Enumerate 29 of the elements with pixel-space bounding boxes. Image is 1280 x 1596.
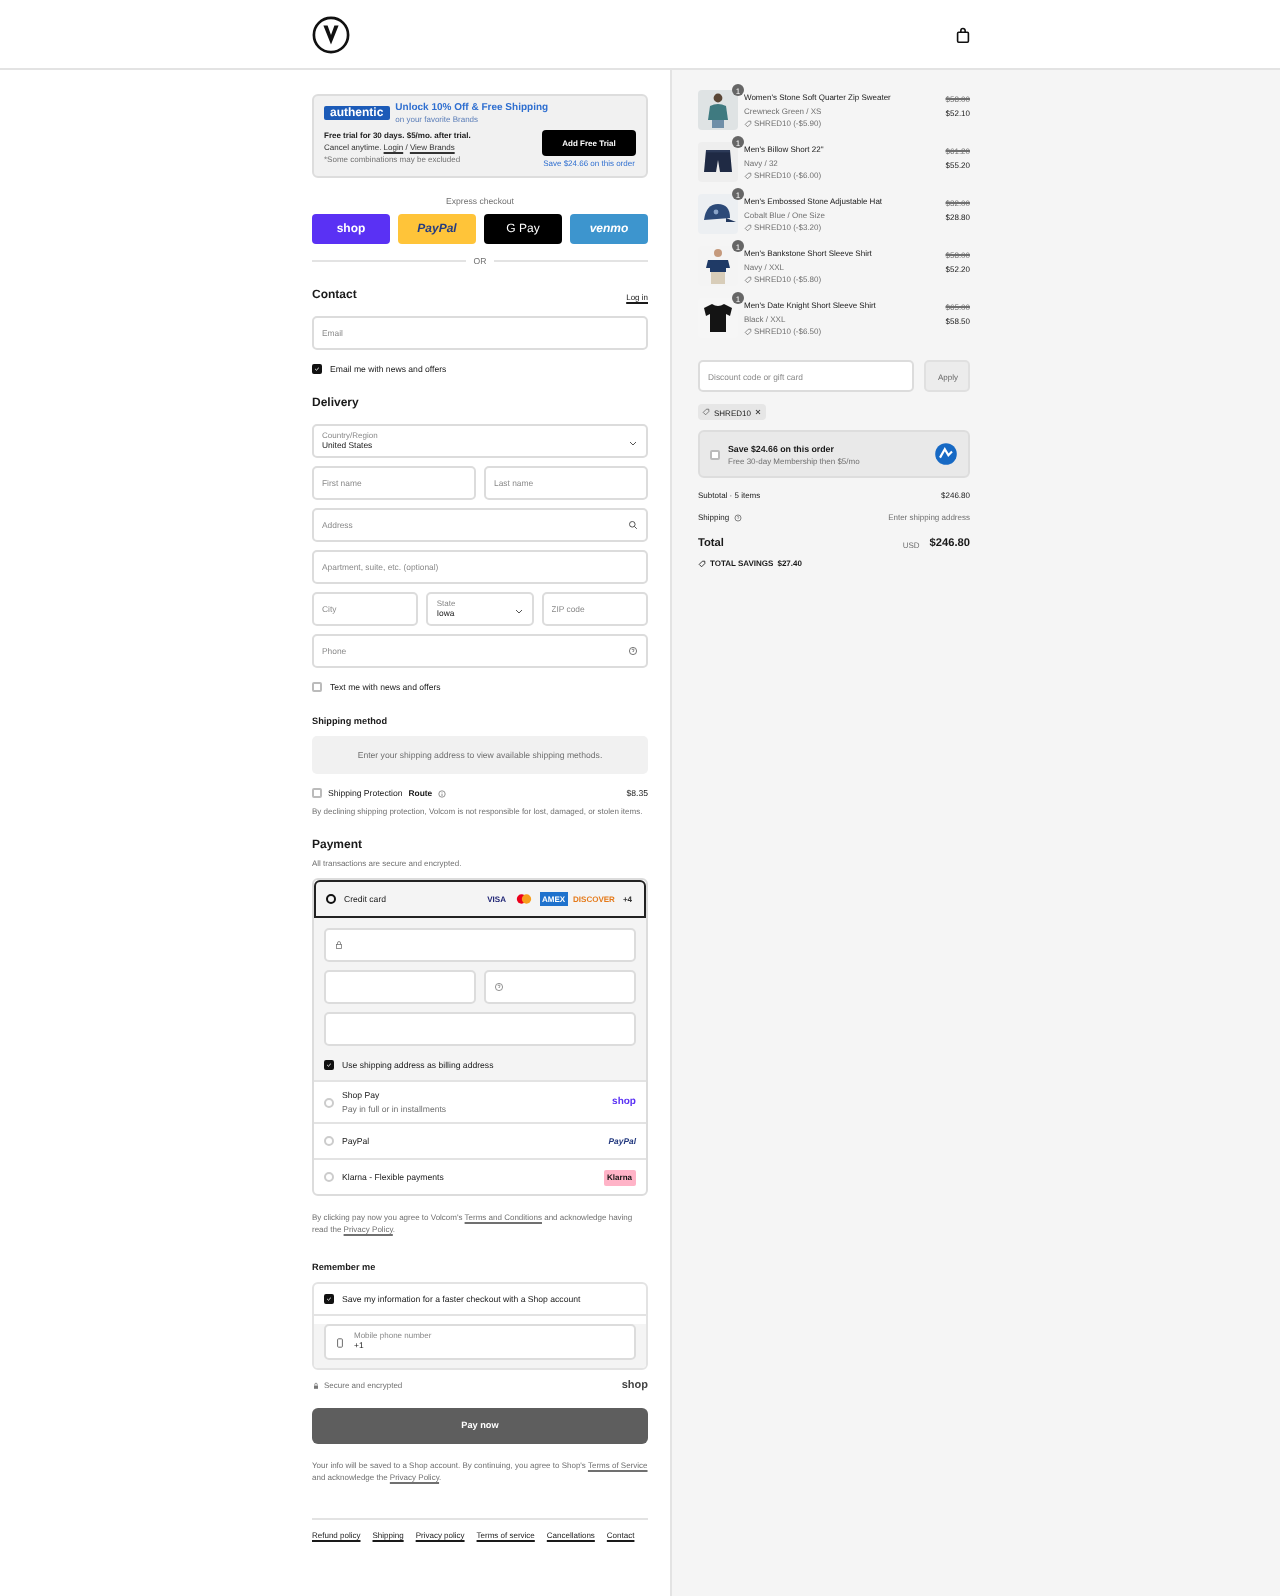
tag-icon — [744, 171, 752, 179]
tag-icon — [744, 327, 752, 335]
search-icon — [628, 520, 638, 530]
shopping-bag-icon[interactable] — [954, 25, 972, 43]
tag-icon — [744, 223, 752, 231]
tag-icon — [744, 119, 752, 127]
logo-icon[interactable] — [312, 15, 350, 53]
help-icon — [628, 646, 638, 656]
info-icon — [438, 789, 447, 797]
security-code-field[interactable] — [484, 970, 636, 1004]
checkbox[interactable] — [312, 682, 322, 692]
phone-icon — [334, 1335, 346, 1350]
expiry-field[interactable] — [324, 970, 476, 1004]
card-circles-icon — [511, 892, 536, 906]
checkbox[interactable] — [324, 1060, 334, 1070]
tag-icon — [698, 559, 706, 567]
checkbox[interactable] — [324, 1293, 334, 1304]
name-on-card-field[interactable] — [324, 1012, 636, 1046]
checkbox[interactable] — [312, 364, 322, 374]
help-icon — [494, 982, 504, 992]
help-icon — [733, 513, 742, 521]
card-number-field[interactable] — [324, 928, 636, 962]
tag-icon — [702, 408, 710, 416]
badge-logo-icon — [934, 442, 958, 466]
tag-icon — [744, 275, 752, 283]
lock-icon — [312, 1381, 320, 1390]
checkbox[interactable] — [312, 788, 322, 798]
lock-icon — [334, 940, 344, 950]
checkbox[interactable] — [710, 449, 720, 459]
